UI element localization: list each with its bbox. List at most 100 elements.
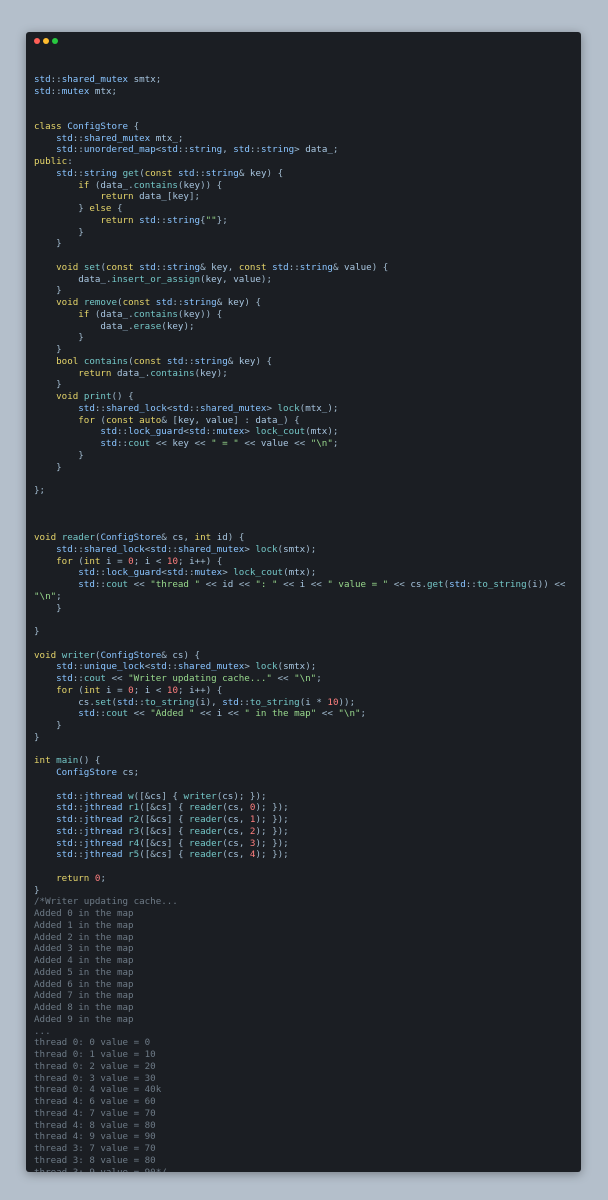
code-line: "\n"; (34, 590, 62, 602)
code-line: thread 4: 8 value = 80 (34, 1119, 156, 1131)
code-line: void writer(ConfigStore& cs) { (34, 649, 201, 661)
code-line: int main() { (34, 755, 101, 767)
code-line: std::shared_mutex mtx_; (56, 132, 184, 144)
code-line: ... (34, 1025, 51, 1037)
code-line: std::unique_lock<std::shared_mutex> lock… (56, 661, 317, 673)
code-line: } (34, 285, 62, 297)
code-line: thread 4: 7 value = 70 (34, 1107, 156, 1119)
code-line: std::mutex mtx; (34, 85, 118, 97)
code-line: } (34, 720, 62, 731)
code-line: ​ (34, 97, 565, 109)
code-line: ​ (34, 861, 565, 873)
code-line: ​ (34, 638, 565, 650)
code-line: void print() { (56, 391, 134, 402)
code-line: ​ (34, 520, 565, 532)
code-line: Added 4 in the map (34, 955, 134, 966)
code-line: std::jthread r4([&cs] { reader(cs, 3); }… (56, 837, 289, 849)
code-line: return 0; (56, 872, 106, 884)
code-line: } (34, 344, 62, 355)
code-line: std::cout << "thread " << id << ": " << … (78, 579, 566, 590)
code-line: std::cout << "Writer updating cache..." … (56, 673, 322, 684)
code-line: std::unordered_map<std::string, std::str… (56, 144, 339, 156)
code-line: for (int i = 0; i < 10; i++) { (56, 555, 223, 567)
code-line: Added 0 in the map (34, 908, 134, 919)
code-line: ​ (34, 744, 565, 756)
code-line: std::shared_mutex smtx; (34, 73, 162, 85)
code-window: ​std::shared_mutex smtx;std::mutex mtx;​… (26, 32, 581, 1172)
code-line: /*Writer updating cache... (34, 896, 178, 908)
code-line: Added 1 in the map (34, 919, 134, 931)
code-line: public: (34, 156, 73, 167)
code-line: void set(const std::string& key, const s… (56, 261, 389, 273)
window-titlebar (26, 32, 581, 52)
code-line: ​ (34, 62, 565, 74)
code-line: ​ (34, 509, 565, 521)
code-line: std::shared_lock<std::shared_mutex> lock… (56, 543, 317, 555)
code-line: for (const auto& [key, value] : data_) { (78, 414, 300, 426)
code-line: return data_[key]; (100, 191, 201, 203)
code-line: std::lock_guard<std::mutex> lock_cout(mt… (100, 426, 339, 438)
code-line: for (int i = 0; i < 10; i++) { (56, 684, 223, 696)
code-line: thread 0: 2 value = 20 (34, 1060, 156, 1072)
code-line: cs.set(std::to_string(i), std::to_string… (78, 696, 356, 708)
code-line: ​ (34, 109, 565, 121)
zoom-dot-icon[interactable] (52, 38, 58, 44)
code-line: ConfigStore cs; (56, 767, 140, 778)
code-line: thread 4: 9 value = 90 (34, 1131, 156, 1143)
code-line: Added 5 in the map (34, 966, 134, 978)
code-line: thread 0: 1 value = 10 (34, 1049, 156, 1060)
code-line: } (34, 332, 84, 344)
minimize-dot-icon[interactable] (43, 38, 49, 44)
code-line: Added 8 in the map (34, 1002, 134, 1013)
code-line: std::lock_guard<std::mutex> lock_cout(mt… (78, 567, 317, 579)
code-line: Added 3 in the map (34, 943, 134, 955)
code-line: Added 7 in the map (34, 990, 134, 1002)
code-line: if (data_.contains(key)) { (78, 179, 223, 191)
close-dot-icon[interactable] (34, 38, 40, 44)
code-line: thread 3: 9 value = 90*/ (34, 1166, 167, 1173)
code-line: std::cout << "Added " << i << " in the m… (78, 708, 367, 720)
code-line: thread 0: 3 value = 30 (34, 1072, 156, 1084)
code-line: bool contains(const std::string& key) { (56, 355, 273, 367)
code-line: std::jthread w([&cs] { writer(cs); }); (56, 790, 267, 802)
code-line: std::string get(const std::string& key) … (56, 167, 284, 179)
code-line: return data_.contains(key); (78, 367, 228, 379)
code-line: } (34, 461, 62, 473)
code-line: } (34, 602, 62, 614)
code-line: Added 9 in the map (34, 1013, 134, 1025)
code-line: return std::string{""}; (100, 214, 228, 226)
code-line: void reader(ConfigStore& cs, int id) { (34, 532, 245, 543)
code-line: std::jthread r2([&cs] { reader(cs, 1); }… (56, 814, 289, 825)
code-line: ​ (34, 614, 565, 626)
code-line: ​ (34, 779, 565, 791)
code-line: Added 6 in the map (34, 978, 134, 990)
code-line: Added 2 in the map (34, 931, 134, 943)
code-line: }; (34, 485, 46, 496)
code-line: class ConfigStore { (34, 120, 140, 132)
code-line: } (34, 626, 40, 637)
code-line: ​ (34, 250, 565, 262)
code-line: std::cout << key << " = " << value << "\… (100, 438, 339, 449)
code-line: } (34, 884, 40, 896)
code-line: std::jthread r1([&cs] { reader(cs, 0); }… (56, 802, 289, 814)
code-line: ​ (34, 497, 565, 509)
code-line: thread 3: 8 value = 80 (34, 1154, 156, 1166)
code-line: } (34, 449, 84, 461)
code-line: } (34, 731, 40, 743)
code-line: } else { (34, 203, 123, 214)
code-line: thread 0: 4 value = 40k (34, 1084, 162, 1096)
code-line: } (34, 379, 62, 391)
code-line: std::shared_lock<std::shared_mutex> lock… (78, 402, 339, 414)
code-line: data_.insert_or_assign(key, value); (78, 273, 272, 285)
code-line: ​ (34, 473, 565, 485)
code-line: std::jthread r5([&cs] { reader(cs, 4); }… (56, 849, 289, 861)
code-line: std::jthread r3([&cs] { reader(cs, 2); }… (56, 825, 289, 837)
code-line: data_.erase(key); (100, 320, 195, 332)
code-line: void remove(const std::string& key) { (56, 297, 261, 308)
code-line: } (34, 238, 62, 250)
code-line: if (data_.contains(key)) { (78, 308, 223, 320)
code-block: ​std::shared_mutex smtx;std::mutex mtx;​… (34, 62, 565, 1172)
code-line: } (34, 226, 84, 238)
code-line: thread 4: 6 value = 60 (34, 1096, 156, 1107)
code-line: thread 3: 7 value = 70 (34, 1143, 156, 1154)
